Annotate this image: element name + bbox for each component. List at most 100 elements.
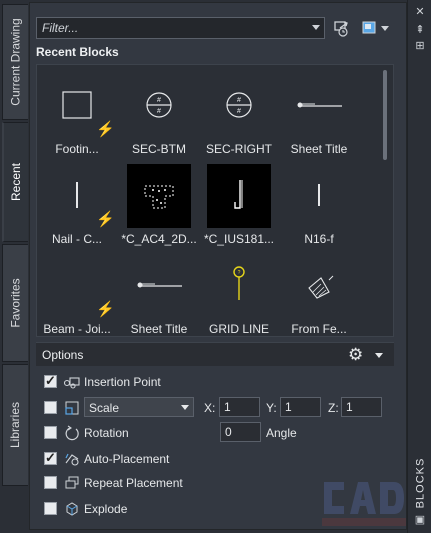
dynamic-block-icon: ⚡ (96, 301, 115, 318)
filter-input[interactable] (37, 18, 305, 38)
rotation-label: Rotation (84, 426, 129, 440)
palette-tabs: Current Drawing Recent Favorites Librari… (0, 0, 30, 533)
block-item[interactable]: N16-f (278, 160, 360, 248)
nail-icon (287, 164, 351, 228)
auto-placement-label: Auto-Placement (84, 452, 170, 466)
option-repeat-placement: Repeat Placement (44, 474, 384, 492)
chevron-down-icon[interactable] (375, 353, 383, 358)
palette-title-bar: ✕ ⇞ ⊞ BLOCKS ▣ (407, 0, 431, 533)
block-label: *C_AC4_2D... (121, 232, 197, 246)
scale-x-input[interactable] (219, 397, 260, 417)
option-scale: Scale X: Y: Z: (44, 397, 384, 417)
tab-label: Current Drawing (8, 18, 23, 106)
gear-icon[interactable]: ⚙ (348, 346, 366, 364)
option-auto-placement: Auto-Placement (44, 450, 384, 468)
scale-checkbox[interactable] (44, 401, 57, 414)
block-item[interactable]: Sheet Title (278, 70, 360, 158)
options-header[interactable]: Options ⚙ (36, 342, 394, 366)
block-label: GRID LINE (208, 322, 269, 336)
block-label: SEC-RIGHT (206, 142, 272, 156)
auto-placement-icon (65, 453, 79, 466)
block-label: Nail - C... (51, 232, 102, 246)
insertion-point-label: Insertion Point (84, 375, 161, 389)
tab-label: Favorites (8, 278, 23, 328)
block-item[interactable]: Sheet Title (118, 250, 200, 336)
rotation-icon (65, 425, 79, 441)
block-label: *C_IUS181... (203, 232, 275, 246)
rotation-checkbox[interactable] (44, 426, 57, 439)
block-item[interactable]: ⚡ Footin... (37, 70, 118, 158)
tab-label: Libraries (8, 401, 23, 449)
close-icon[interactable]: ✕ (414, 6, 426, 18)
palette-label-text: BLOCKS (414, 457, 427, 509)
tab-current-drawing[interactable]: Current Drawing (2, 4, 28, 120)
block-item[interactable]: *C_AC4_2D... (118, 160, 200, 248)
block-label: N16-f (304, 232, 334, 246)
import-blocks-icon[interactable] (332, 18, 352, 38)
filter-box[interactable] (36, 17, 325, 39)
properties-icon[interactable]: ⊞ (414, 40, 426, 52)
insertion-point-checkbox[interactable] (44, 373, 57, 389)
insertion-point-icon (63, 377, 80, 389)
svg-text:#: # (157, 97, 161, 104)
section-marker-icon: # # (127, 74, 191, 138)
explode-icon (66, 502, 78, 516)
repeat-placement-icon (65, 476, 79, 489)
dynamic-block-icon: ⚡ (96, 121, 115, 138)
block-label: Footin... (55, 142, 99, 156)
svg-text:#: # (237, 97, 241, 104)
block-item[interactable]: ? GRID LINE (198, 250, 280, 336)
tab-recent[interactable]: Recent (2, 122, 28, 242)
option-explode: Explode (44, 500, 384, 518)
block-label: Beam - Joi... (43, 322, 111, 336)
hatched-block-icon (287, 254, 351, 318)
block-label: From Fe... (291, 322, 347, 336)
tab-favorites[interactable]: Favorites (2, 244, 28, 362)
sheet-title-icon (127, 254, 191, 318)
block-item[interactable]: ⚡ Nail - C... (37, 160, 118, 248)
scale-icon (65, 401, 79, 415)
block-item[interactable]: ⚡ Beam - Joi... (37, 250, 118, 336)
grid-line-icon: ? (207, 254, 271, 318)
palette-icon: ▣ (414, 514, 426, 526)
block-item[interactable]: # # SEC-BTM (118, 70, 200, 158)
block-item[interactable]: # # SEC-RIGHT (198, 70, 280, 158)
view-options-dropdown-icon[interactable] (381, 26, 389, 31)
grid-scrollbar[interactable] (383, 70, 387, 160)
options-title: Options (42, 348, 84, 362)
palette-label: BLOCKS (410, 455, 430, 511)
z-label: Z: (328, 401, 339, 415)
chevron-down-icon[interactable] (312, 25, 320, 30)
scale-y-input[interactable] (280, 397, 321, 417)
svg-text:?: ? (238, 270, 241, 276)
block-item[interactable]: *C_IUS181... (198, 160, 280, 248)
block-label: Sheet Title (130, 322, 188, 336)
option-insertion-point: Insertion Point (44, 373, 384, 391)
sheet-title-icon (287, 74, 351, 138)
y-label: Y: (266, 401, 277, 415)
tab-libraries[interactable]: Libraries (2, 364, 28, 486)
auto-placement-checkbox[interactable] (44, 450, 57, 466)
svg-text:#: # (237, 108, 241, 115)
section-title: Recent Blocks (36, 45, 119, 59)
option-rotation: Rotation Angle (44, 422, 384, 442)
block-label: SEC-BTM (132, 142, 186, 156)
scale-mode-value: Scale (89, 401, 120, 415)
explode-checkbox[interactable] (44, 502, 57, 515)
recent-blocks-grid: ⚡ Footin... # # SEC-BTM # # SEC-RIGHT Shee… (36, 64, 394, 337)
chevron-down-icon (181, 405, 189, 410)
scale-z-input[interactable] (341, 397, 382, 417)
rotation-angle-input[interactable] (220, 422, 261, 442)
repeat-placement-checkbox[interactable] (44, 476, 57, 489)
thumbnail-view-icon[interactable] (360, 18, 380, 38)
section-marker-icon: # # (207, 74, 271, 138)
explode-label: Explode (84, 502, 128, 516)
scale-mode-select[interactable]: Scale (84, 397, 194, 417)
angle-label: Angle (266, 426, 297, 440)
pin-icon[interactable]: ⇞ (414, 24, 426, 36)
repeat-placement-label: Repeat Placement (84, 476, 183, 490)
tab-label: Recent (9, 162, 23, 202)
dynamic-block-icon: ⚡ (96, 211, 115, 228)
block-item[interactable]: From Fe... (278, 250, 360, 336)
svg-text:#: # (157, 108, 161, 115)
